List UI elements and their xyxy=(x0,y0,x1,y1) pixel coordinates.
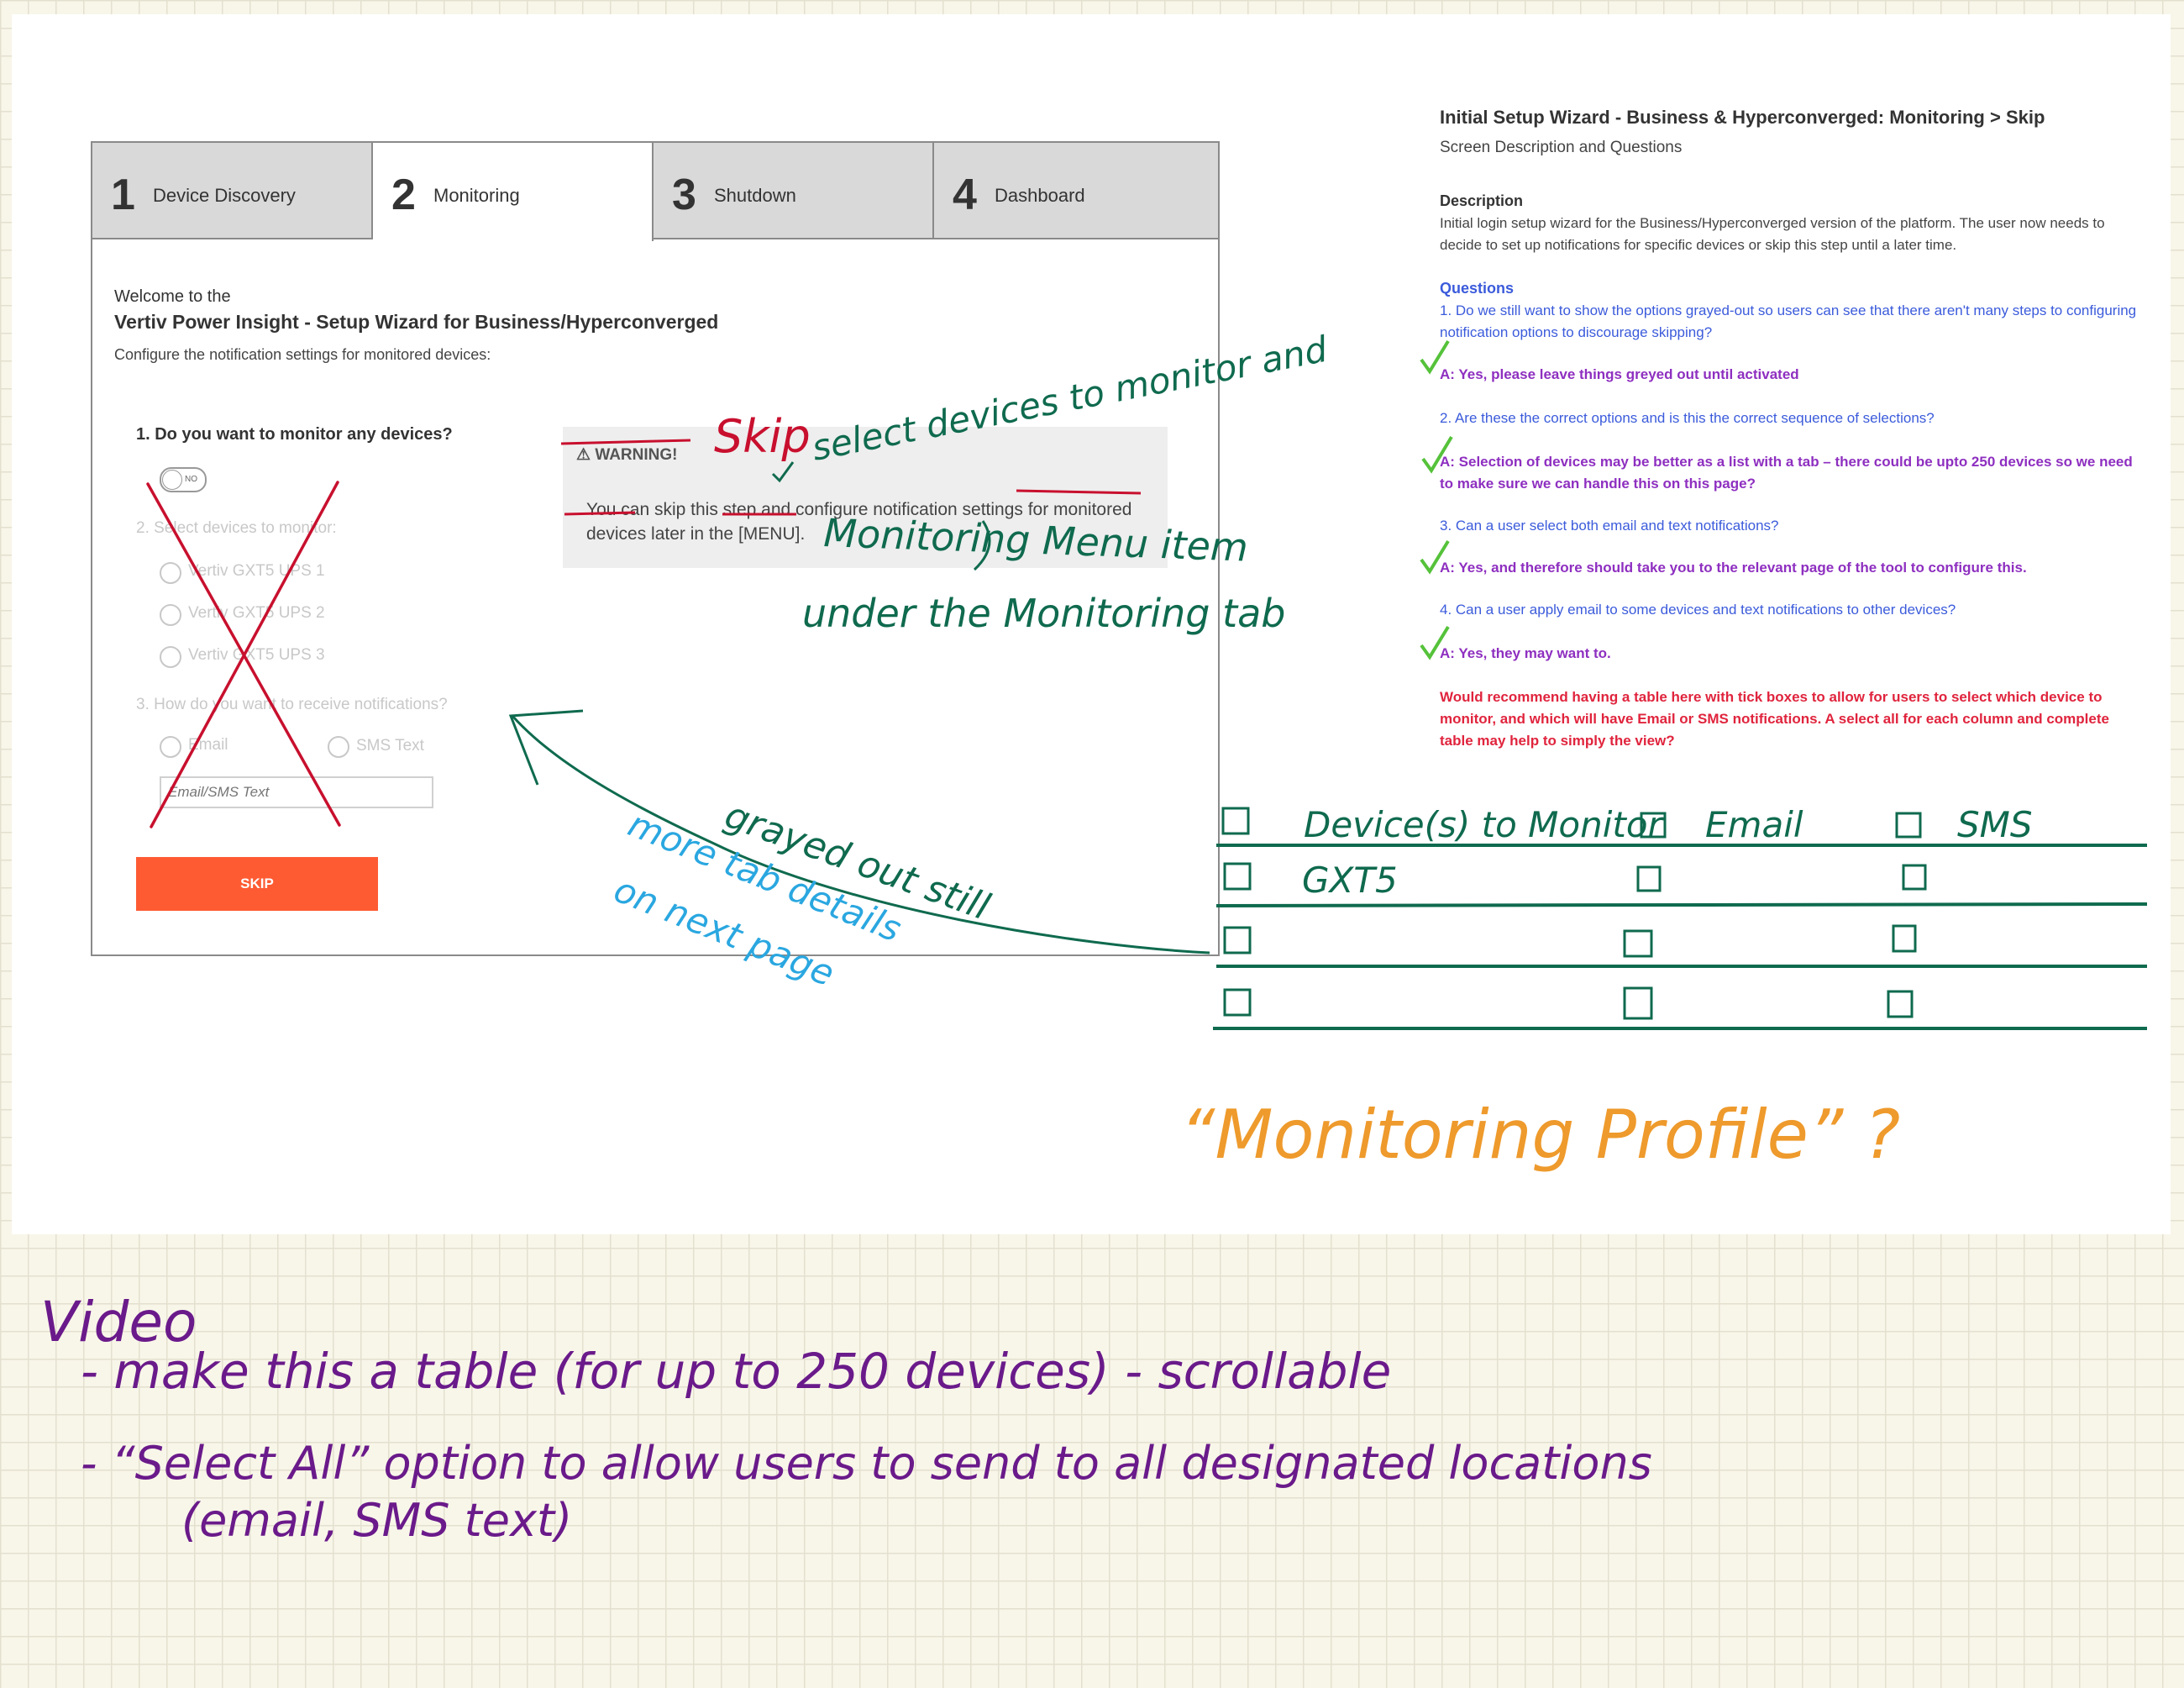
table-rule xyxy=(1215,902,2148,907)
checkbox-icon xyxy=(1892,924,1917,953)
handwritten-table: Device(s) to Monitor Email SMS GXT5 xyxy=(1213,804,2148,1030)
checkbox-icon xyxy=(1895,812,1922,839)
checkbox-icon xyxy=(1887,990,1914,1018)
check-icon xyxy=(1420,339,1450,375)
check-icon xyxy=(1420,539,1450,575)
check-icon xyxy=(1420,625,1450,660)
note-video-line1: - make this a table (for up to 250 devic… xyxy=(81,1343,1391,1400)
strike-monitored xyxy=(1016,489,1142,495)
checkbox-icon xyxy=(1223,862,1252,891)
checkbox-icon xyxy=(1902,864,1927,891)
note-monitoring-profile: “Monitoring Profile” ? xyxy=(1180,1096,1900,1174)
checkbox-icon xyxy=(1623,929,1653,958)
checkbox-icon xyxy=(1636,865,1662,892)
strike-devices xyxy=(564,511,636,516)
note-video-line2: - “Select All” option to allow users to … xyxy=(81,1437,1652,1490)
table-header-devices: Device(s) to Monitor xyxy=(1304,804,1665,845)
checkbox-icon xyxy=(1223,988,1252,1017)
check-icon xyxy=(1421,435,1453,474)
handwriting-overlay: Skip select devices to monitor and Monit… xyxy=(40,329,2148,1547)
insert-caret xyxy=(771,461,795,483)
note-monitoring-menu: Monitoring Menu item xyxy=(823,510,1249,571)
table-header-sms: SMS xyxy=(1957,804,2033,845)
checkbox-icon xyxy=(1223,926,1252,954)
note-video-line3: (email, SMS text) xyxy=(181,1494,572,1547)
handwritten-skip: Skip xyxy=(714,410,811,463)
table-row-device: GXT5 xyxy=(1302,860,1398,901)
note-monitoring-tab: under the Monitoring tab xyxy=(802,591,1286,636)
note-select-devices: select devices to monitor and xyxy=(809,329,1331,469)
table-header-email: Email xyxy=(1705,804,1803,845)
strike-warning xyxy=(560,439,691,445)
checkbox-icon xyxy=(1623,986,1653,1020)
checkbox-icon xyxy=(1221,807,1250,835)
